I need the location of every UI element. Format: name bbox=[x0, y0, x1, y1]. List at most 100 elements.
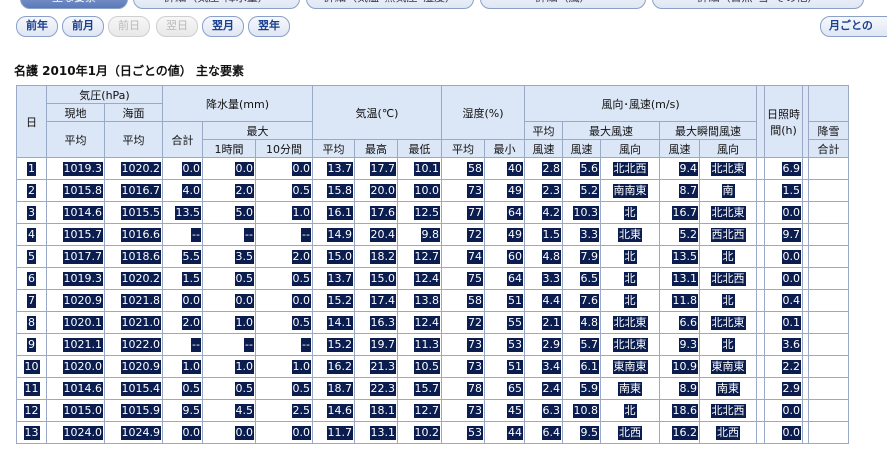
cell-pr-total: 0.0 bbox=[162, 421, 203, 444]
cell-t-high: 19.7 bbox=[354, 333, 398, 356]
cell-w-gust-dir: 東南東 bbox=[699, 355, 757, 378]
cell-sun: 0.4 bbox=[764, 289, 803, 312]
cell-w-max: 10.8 bbox=[562, 399, 601, 422]
cell-w-gust: 18.6 bbox=[659, 399, 700, 422]
header-humidity: 湿度(%) bbox=[441, 85, 525, 140]
cell-p-st: 1024.0 bbox=[46, 421, 105, 444]
daily-weather-table: 日 気圧(hPa) 降水量(mm) 気温(℃) 湿度(%) 風向･風速(m/s)… bbox=[16, 85, 849, 444]
header-snow-total: 合計 bbox=[808, 139, 849, 158]
prev-year-button[interactable]: 前年 bbox=[16, 16, 58, 37]
cell-w-max-dir: 北 bbox=[600, 289, 660, 312]
cell-h-avg: 58 bbox=[441, 289, 485, 312]
cell-w-gust: 16.2 bbox=[659, 421, 700, 444]
header-gust-speed: 風速 bbox=[659, 139, 700, 158]
cell-t-low: 12.7 bbox=[397, 399, 442, 422]
cell-w-max: 10.3 bbox=[562, 201, 601, 224]
cell-w-gust: 13.1 bbox=[659, 267, 700, 290]
cell-pr-1h: -- bbox=[202, 223, 256, 246]
cell-h-min: 55 bbox=[484, 311, 525, 334]
header-humidity-avg: 平均 bbox=[441, 139, 485, 158]
cell-h-avg: 73 bbox=[441, 355, 485, 378]
cell-h-avg: 73 bbox=[441, 333, 485, 356]
next-year-button[interactable]: 翌年 bbox=[248, 16, 290, 37]
tab-detail-sunshine-snow[interactable]: 詳細（日照･雪･その他） bbox=[652, 0, 864, 9]
cell-w-max-dir: 南東 bbox=[600, 377, 660, 400]
by-month-button[interactable]: 月ごとの bbox=[820, 16, 887, 37]
cell-w-gust-dir: 北 bbox=[699, 245, 757, 268]
next-month-button[interactable]: 翌月 bbox=[202, 16, 244, 37]
cell-t-high: 17.4 bbox=[354, 289, 398, 312]
header-pressure: 気圧(hPa) bbox=[46, 85, 163, 104]
cell-t-low: 10.0 bbox=[397, 179, 442, 202]
cell-sun: 0.0 bbox=[764, 399, 803, 422]
cell-w-max: 5.2 bbox=[562, 179, 601, 202]
cell-h-min: 49 bbox=[484, 223, 525, 246]
day-cell: 7 bbox=[16, 289, 47, 312]
cell-w-max-dir: 北 bbox=[600, 201, 660, 224]
cell-w-avg: 4.4 bbox=[524, 289, 563, 312]
cell-t-high: 13.1 bbox=[354, 421, 398, 444]
tab-detail-temp-humidity[interactable]: 詳細（気温･蒸気圧･湿度） bbox=[306, 0, 474, 9]
cell-pr-total: 0.0 bbox=[162, 157, 203, 180]
day-cell: 1 bbox=[16, 157, 47, 180]
cell-w-max: 5.9 bbox=[562, 377, 601, 400]
cell-pr-1h: 0.0 bbox=[202, 289, 256, 312]
tab-detail-pressure-precip[interactable]: 詳細（気圧･降水量） bbox=[133, 0, 300, 9]
table-row: 10 1020.0 1020.9 1.0 1.0 1.0 16.2 21.3 10.5 73 51 3… bbox=[16, 355, 849, 378]
day-cell: 13 bbox=[16, 421, 47, 444]
cell-w-gust-dir: 北 bbox=[699, 333, 757, 356]
cell-h-min: 64 bbox=[484, 201, 525, 224]
cell-pr-1h: 0.0 bbox=[202, 157, 256, 180]
cell-w-gust-dir: 北北西 bbox=[699, 399, 757, 422]
cell-t-high: 20.0 bbox=[354, 179, 398, 202]
cell-pr-10m: 0.0 bbox=[255, 421, 313, 444]
cell-pr-10m: -- bbox=[255, 333, 313, 356]
day-cell: 12 bbox=[16, 399, 47, 422]
cell-t-avg: 16.2 bbox=[312, 355, 355, 378]
cell-pr-total: 2.0 bbox=[162, 311, 203, 334]
cell-w-gust: 8.7 bbox=[659, 179, 700, 202]
cell-h-avg: 74 bbox=[441, 245, 485, 268]
cell-pr-1h: 1.0 bbox=[202, 311, 256, 334]
tab-detail-wind[interactable]: 詳細（風） bbox=[480, 0, 646, 9]
day-cell: 5 bbox=[16, 245, 47, 268]
cell-pr-10m: 0.0 bbox=[255, 157, 313, 180]
cell-pr-1h: 0.0 bbox=[202, 421, 256, 444]
cell-pr-10m: 0.0 bbox=[255, 289, 313, 312]
cell-sun: 0.1 bbox=[764, 311, 803, 334]
cell-w-max-dir: 北北西 bbox=[600, 157, 660, 180]
cell-h-avg: 72 bbox=[441, 223, 485, 246]
cell-w-avg: 3.3 bbox=[524, 267, 563, 290]
table-row: 6 1019.3 1020.2 1.5 0.5 0.5 13.7 15.0 12.4 75 64 3.… bbox=[16, 267, 849, 290]
cell-p-st: 1014.6 bbox=[46, 377, 105, 400]
cell-h-min: 40 bbox=[484, 157, 525, 180]
cell-w-avg: 2.9 bbox=[524, 333, 563, 356]
cell-p-st: 1020.0 bbox=[46, 355, 105, 378]
cell-t-high: 18.1 bbox=[354, 399, 398, 422]
header-wind-avg: 平均 bbox=[524, 121, 563, 140]
cell-pr-10m: -- bbox=[255, 223, 313, 246]
cell--snow bbox=[808, 223, 849, 246]
cell-p-st: 1017.7 bbox=[46, 245, 105, 268]
tab-bar: 主な要素 詳細（気圧･降水量） 詳細（気温･蒸気圧･湿度） 詳細（風） 詳細（日… bbox=[0, 0, 887, 10]
cell-w-gust: 5.2 bbox=[659, 223, 700, 246]
cell-t-avg: 16.1 bbox=[312, 201, 355, 224]
tab-main-elements[interactable]: 主な要素 bbox=[20, 0, 128, 9]
day-cell: 4 bbox=[16, 223, 47, 246]
cell-w-avg: 2.4 bbox=[524, 377, 563, 400]
cell-h-min: 60 bbox=[484, 245, 525, 268]
prev-month-button[interactable]: 前月 bbox=[62, 16, 104, 37]
cell-w-gust: 13.5 bbox=[659, 245, 700, 268]
cell-w-gust-dir: 北西 bbox=[699, 421, 757, 444]
cell-h-avg: 73 bbox=[441, 399, 485, 422]
header-precip-max: 最大 bbox=[202, 121, 313, 140]
cell-p-st: 1019.3 bbox=[46, 267, 105, 290]
day-cell: 2 bbox=[16, 179, 47, 202]
cell-w-avg: 2.1 bbox=[524, 311, 563, 334]
header-max-wind-speed: 風速 bbox=[562, 139, 601, 158]
cell-t-avg: 18.7 bbox=[312, 377, 355, 400]
cell-h-min: 51 bbox=[484, 355, 525, 378]
table-row: 4 1015.7 1016.6 -- -- -- 14.9 20.4 9.8 72 49 1.5 3.3… bbox=[16, 223, 849, 246]
cell-h-avg: 77 bbox=[441, 201, 485, 224]
header-day: 日 bbox=[16, 85, 47, 158]
